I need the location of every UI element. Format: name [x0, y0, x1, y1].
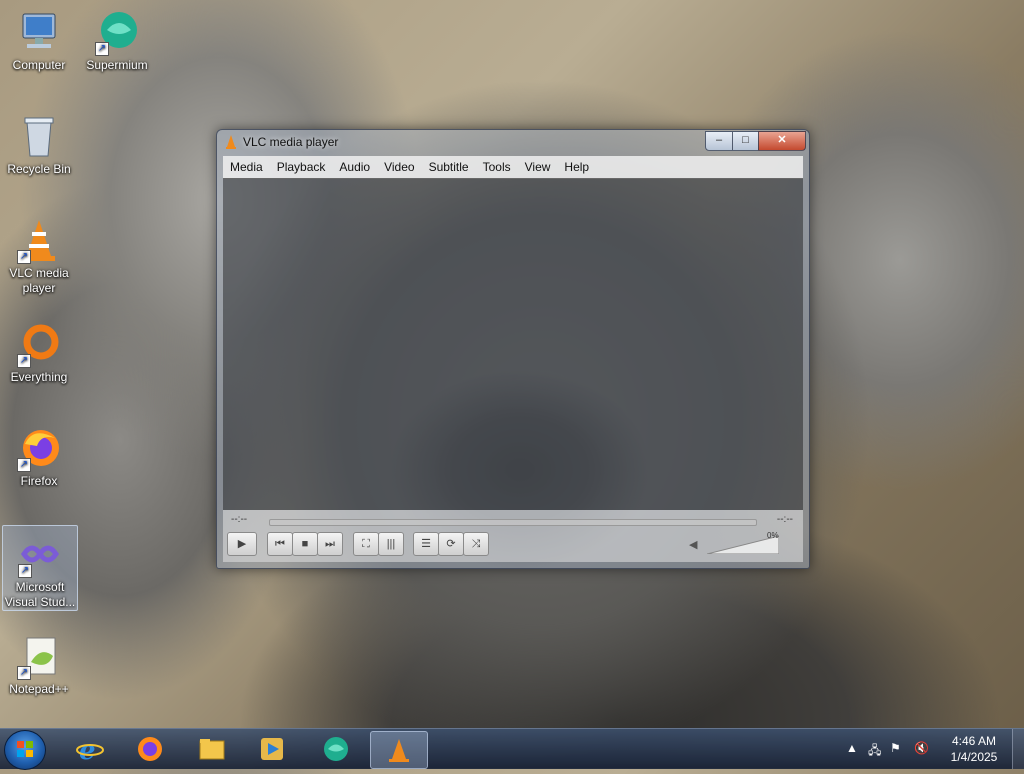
total-time: --:-- [776, 514, 793, 525]
recycle-bin-icon [15, 112, 63, 160]
visual-studio-icon: ↗ [16, 530, 64, 578]
close-button[interactable]: ✕ [758, 131, 806, 151]
desktop-icon-everything[interactable]: ↗ Everything [2, 316, 76, 385]
windows-logo-icon [17, 741, 33, 757]
menu-video[interactable]: Video [377, 160, 421, 174]
menu-help[interactable]: Help [557, 160, 596, 174]
taskbar-media-player[interactable] [244, 731, 300, 767]
supermium-icon: ↗ [93, 8, 141, 56]
network-icon[interactable]: 🖧 [868, 741, 881, 762]
desktop-icon-notepad-plus-plus[interactable]: ↗ Notepad++ [2, 628, 76, 697]
vlc-cone-icon [223, 134, 239, 150]
taskbar-supermium[interactable] [308, 731, 364, 767]
menu-view[interactable]: View [518, 160, 558, 174]
vlc-menubar: Media Playback Audio Video Subtitle Tool… [223, 156, 803, 179]
vlc-titlebar[interactable]: VLC media player – □ ✕ [217, 130, 809, 154]
desktop-icon-firefox[interactable]: ↗ Firefox [2, 420, 76, 489]
shortcut-arrow-icon: ↗ [17, 354, 31, 368]
shortcut-arrow-icon: ↗ [95, 42, 109, 56]
desktop-icon-label: Everything [10, 370, 68, 384]
desktop-icon-label: Firefox [20, 474, 58, 488]
desktop-icon-label: Notepad++ [9, 682, 69, 696]
volume-percent: 0% [767, 531, 779, 540]
menu-media[interactable]: Media [223, 160, 270, 174]
shortcut-arrow-icon: ↗ [17, 250, 31, 264]
desktop-icon-label: Supermium [86, 58, 148, 72]
media-player-icon [258, 735, 286, 763]
extended-settings-button[interactable]: ||| [378, 532, 404, 556]
taskbar: e ▲ 🖧 ⚑ 🔇 4:46 AM 1/4/2025 [0, 728, 1024, 770]
desktop-icon-visual-studio[interactable]: ↗ Microsoft Visual Stud... [2, 525, 78, 611]
speaker-icon: ◀ [689, 539, 698, 551]
shortcut-arrow-icon: ↗ [18, 564, 32, 578]
menu-playback[interactable]: Playback [270, 160, 333, 174]
taskbar-vlc[interactable] [370, 731, 428, 769]
minimize-button[interactable]: – [705, 131, 733, 151]
vlc-window-title: VLC media player [243, 135, 339, 149]
taskbar-firefox[interactable] [122, 731, 178, 767]
desktop-icon-label: Computer [12, 58, 66, 72]
firefox-icon: ↗ [15, 424, 63, 472]
taskbar-windows-explorer[interactable] [184, 731, 240, 767]
notepad-plus-plus-icon: ↗ [15, 632, 63, 680]
show-desktop-button[interactable] [1012, 729, 1024, 769]
menu-audio[interactable]: Audio [332, 160, 377, 174]
clock-time: 4:46 AM [951, 734, 997, 748]
shortcut-arrow-icon: ↗ [17, 666, 31, 680]
previous-button[interactable]: ⏮ [267, 532, 293, 556]
play-button[interactable]: ▶ [227, 532, 257, 556]
internet-explorer-icon: e [76, 735, 104, 766]
firefox-icon [136, 735, 164, 763]
desktop-icon-vlc[interactable]: ↗ VLC media player [2, 212, 76, 296]
folder-icon [198, 735, 226, 763]
seek-slider[interactable] [269, 519, 757, 526]
vlc-window[interactable]: VLC media player – □ ✕ Media Playback Au… [216, 129, 810, 569]
vlc-controls: --:-- --:-- ▶ ⏮ ■ ⏭ ⛶ ||| ☰ ⟳ ⤨ ◀ 0% [223, 510, 803, 562]
clock[interactable]: 4:46 AM 1/4/2025 [946, 733, 1002, 765]
computer-icon [15, 8, 63, 56]
desktop-icon-supermium[interactable]: ↗ Supermium [80, 4, 154, 73]
desktop-icon-label: Microsoft Visual Stud... [4, 580, 76, 609]
supermium-icon [322, 735, 350, 763]
stop-button[interactable]: ■ [292, 532, 318, 556]
everything-icon: ↗ [15, 320, 63, 368]
start-button[interactable] [4, 730, 46, 770]
shuffle-button[interactable]: ⤨ [463, 532, 489, 556]
desktop-icon-computer[interactable]: Computer [2, 4, 76, 73]
desktop-icon-label: Recycle Bin [7, 162, 71, 176]
vlc-cone-icon: ↗ [15, 216, 63, 264]
elapsed-time: --:-- [231, 514, 248, 525]
clock-date: 1/4/2025 [950, 750, 998, 764]
playlist-button[interactable]: ☰ [413, 532, 439, 556]
volume-muted-icon[interactable]: 🔇 [914, 741, 929, 755]
fullscreen-button[interactable]: ⛶ [353, 532, 379, 556]
svg-text:e: e [79, 736, 96, 763]
menu-subtitle[interactable]: Subtitle [422, 160, 476, 174]
action-center-flag-icon[interactable]: ⚑ [890, 741, 901, 755]
taskbar-internet-explorer[interactable]: e [62, 731, 118, 767]
desktop-icon-label: VLC media player [9, 266, 69, 295]
menu-tools[interactable]: Tools [476, 160, 518, 174]
desktop-icon-recycle-bin[interactable]: Recycle Bin [2, 108, 76, 177]
show-hidden-icons-icon[interactable]: ▲ [846, 741, 858, 755]
loop-button[interactable]: ⟳ [438, 532, 464, 556]
vlc-cone-icon [385, 736, 413, 764]
shortcut-arrow-icon: ↗ [17, 458, 31, 472]
next-button[interactable]: ⏭ [317, 532, 343, 556]
video-area[interactable] [223, 178, 803, 510]
maximize-button[interactable]: □ [732, 131, 759, 151]
